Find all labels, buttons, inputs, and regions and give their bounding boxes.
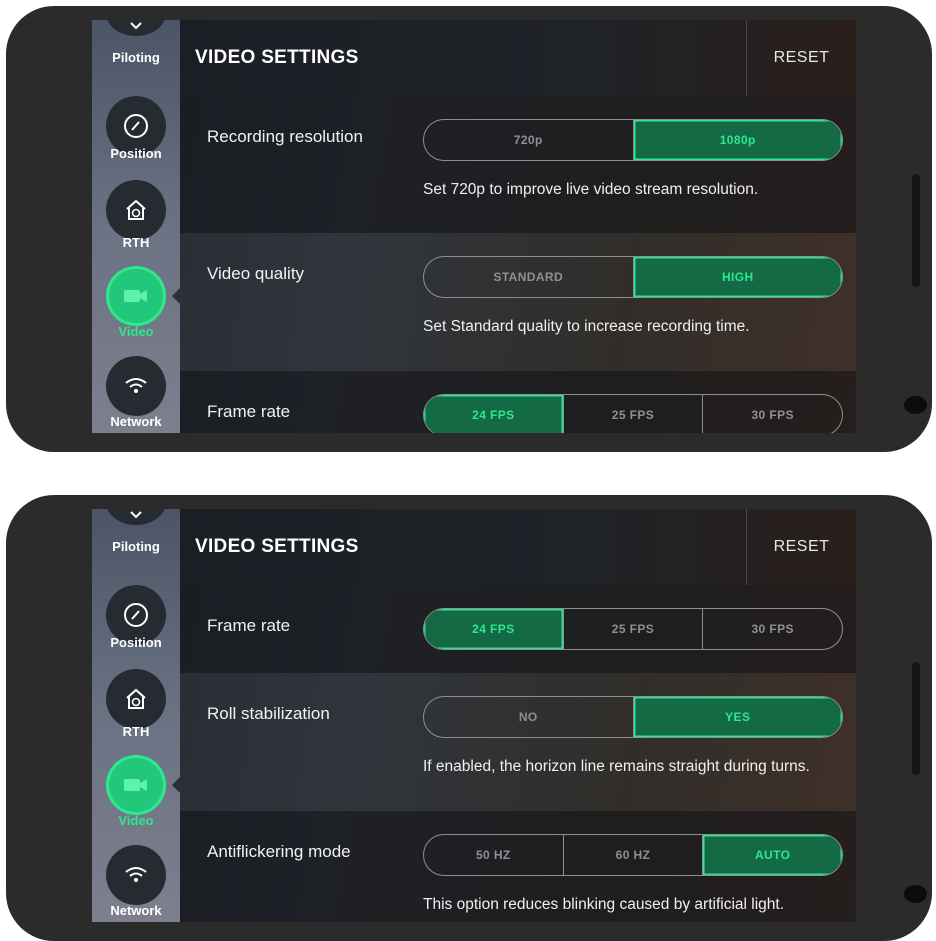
sidebar-item-label: Network (110, 414, 162, 429)
option-24fps[interactable]: 24 FPS (424, 395, 563, 433)
setting-row-video-quality: Video quality STANDARD HIGH Set Standard… (180, 233, 856, 371)
phone-camera (904, 396, 927, 414)
phone-frame-top: Piloting Position RTH Video Network VIDE… (6, 6, 932, 452)
frame-rate-segmented-control: 24 FPS 25 FPS 30 FPS (423, 608, 843, 650)
option-high[interactable]: HIGH (632, 257, 842, 297)
chevron-down-icon (106, 509, 166, 525)
setting-description: Set 720p to improve live video stream re… (423, 181, 759, 198)
option-auto[interactable]: AUTO (702, 835, 842, 875)
sidebar-item-label: RTH (122, 235, 150, 250)
option-yes[interactable]: YES (632, 697, 842, 737)
settings-header: VIDEO SETTINGS RESET (180, 20, 856, 96)
video-camera-icon (106, 755, 166, 815)
app-screen: Piloting Position RTH Video Network VIDE… (92, 20, 856, 433)
page-title: VIDEO SETTINGS (195, 536, 359, 557)
sidebar-item-rth[interactable]: RTH (92, 669, 180, 739)
option-50hz[interactable]: 50 HZ (424, 835, 563, 875)
option-720p[interactable]: 720p (424, 120, 633, 160)
setting-description: If enabled, the horizon line remains str… (423, 758, 810, 775)
app-screen: Piloting Position RTH Video Network VIDE… (92, 509, 856, 922)
setting-row-antiflickering-mode: Antiflickering mode 50 HZ 60 HZ AUTO Thi… (180, 811, 856, 922)
sidebar-item-label: Piloting (112, 539, 160, 554)
sidebar-item-position[interactable]: Position (92, 585, 180, 655)
sidebar-item-piloting[interactable]: Piloting (92, 20, 180, 76)
sidebar-item-label: Video (118, 813, 154, 828)
sidebar-item-piloting[interactable]: Piloting (92, 509, 180, 565)
sidebar-item-network[interactable]: Network (92, 356, 180, 433)
resolution-segmented-control: 720p 1080p (423, 119, 843, 161)
option-30fps[interactable]: 30 FPS (702, 395, 842, 433)
setting-label: Antiflickering mode (207, 842, 351, 861)
setting-label: Frame rate (207, 616, 291, 635)
sidebar-item-network[interactable]: Network (92, 845, 180, 922)
option-60hz[interactable]: 60 HZ (562, 835, 703, 875)
settings-header: VIDEO SETTINGS RESET (180, 509, 856, 585)
home-icon (106, 180, 166, 240)
sidebar-item-label: RTH (122, 724, 150, 739)
sidebar-item-label: Position (110, 635, 162, 650)
reset-button[interactable]: RESET (747, 20, 856, 96)
frame-rate-segmented-control: 24 FPS 25 FPS 30 FPS (423, 394, 843, 433)
option-1080p[interactable]: 1080p (632, 120, 842, 160)
home-icon (106, 669, 166, 729)
setting-row-recording-resolution: Recording resolution 720p 1080p Set 720p… (180, 96, 856, 233)
wifi-icon (106, 356, 166, 416)
sidebar-item-video[interactable]: Video (92, 755, 180, 828)
sidebar-item-position[interactable]: Position (92, 96, 180, 166)
sidebar-item-label: Piloting (112, 50, 160, 65)
settings-sidebar: Piloting Position RTH Video Network (92, 20, 181, 433)
phone-camera (904, 885, 927, 903)
video-camera-icon (106, 266, 166, 326)
option-24fps[interactable]: 24 FPS (424, 609, 563, 649)
option-25fps[interactable]: 25 FPS (562, 609, 703, 649)
setting-description: Set Standard quality to increase recordi… (423, 318, 750, 335)
sidebar-item-label: Position (110, 146, 162, 161)
option-30fps[interactable]: 30 FPS (702, 609, 842, 649)
setting-label: Video quality (207, 264, 305, 283)
sidebar-item-label: Video (118, 324, 154, 339)
phone-side-button (912, 174, 920, 287)
sidebar-item-label: Network (110, 903, 162, 918)
antiflickering-segmented-control: 50 HZ 60 HZ AUTO (423, 834, 843, 876)
settings-sidebar: Piloting Position RTH Video Network (92, 509, 181, 922)
sidebar-item-video[interactable]: Video (92, 266, 180, 339)
sidebar-item-rth[interactable]: RTH (92, 180, 180, 250)
page-title: VIDEO SETTINGS (195, 47, 359, 68)
setting-description: This option reduces blinking caused by a… (423, 896, 784, 913)
reset-button[interactable]: RESET (747, 509, 856, 585)
option-standard[interactable]: STANDARD (424, 257, 633, 297)
setting-row-frame-rate: Frame rate 24 FPS 25 FPS 30 FPS (180, 585, 856, 673)
phone-frame-bottom: Piloting Position RTH Video Network VIDE… (6, 495, 932, 941)
setting-label: Frame rate (207, 402, 291, 421)
quality-segmented-control: STANDARD HIGH (423, 256, 843, 298)
chevron-down-icon (106, 20, 166, 36)
wifi-icon (106, 845, 166, 905)
setting-row-frame-rate: Frame rate 24 FPS 25 FPS 30 FPS (180, 371, 856, 433)
setting-label: Recording resolution (207, 127, 363, 146)
roll-stabilization-segmented-control: NO YES (423, 696, 843, 738)
option-25fps[interactable]: 25 FPS (562, 395, 703, 433)
setting-row-roll-stabilization: Roll stabilization NO YES If enabled, th… (180, 673, 856, 811)
option-no[interactable]: NO (424, 697, 633, 737)
setting-label: Roll stabilization (207, 704, 330, 723)
phone-side-button (912, 662, 920, 775)
